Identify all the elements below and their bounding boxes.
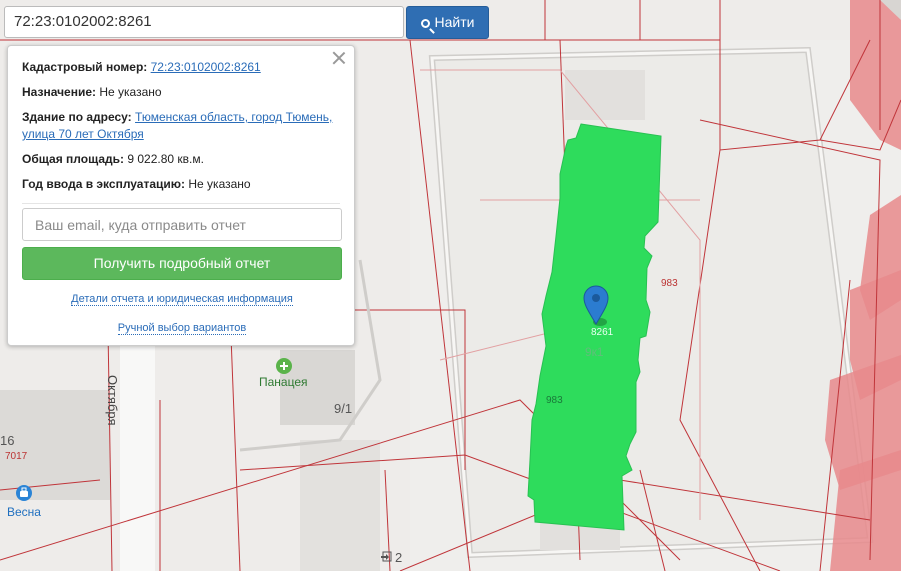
parcel-number-983-right: 983 bbox=[661, 278, 678, 289]
purpose-value: Не указано bbox=[99, 85, 162, 99]
entrance-number: 2 bbox=[395, 550, 403, 565]
house-number-9-1: 9/1 bbox=[334, 401, 353, 416]
get-report-button[interactable]: Получить подробный отчет bbox=[22, 247, 342, 280]
poi-label-store: Весна bbox=[7, 505, 41, 519]
info-popup: Кадастровый номер: 72:23:0102002:8261 На… bbox=[7, 45, 355, 346]
house-number-16: 16 bbox=[0, 433, 15, 448]
details-link-wrap: Детали отчета и юридическая информация bbox=[8, 293, 356, 306]
pharmacy-icon bbox=[276, 358, 292, 374]
store-basket-icon bbox=[16, 485, 32, 501]
street-label: Октября bbox=[105, 375, 120, 426]
divider bbox=[22, 203, 340, 204]
search-input[interactable]: 72:23:0102002:8261 bbox=[4, 6, 404, 38]
manual-link-wrap: Ручной выбор вариантов bbox=[8, 322, 356, 335]
search-button[interactable]: Найти bbox=[406, 6, 489, 39]
cadastral-label: Кадастровый номер: bbox=[22, 60, 148, 74]
search-button-label: Найти bbox=[434, 14, 475, 30]
parcel-number-983-green: 983 bbox=[546, 395, 563, 406]
close-icon[interactable] bbox=[332, 51, 346, 65]
report-details-link[interactable]: Детали отчета и юридическая информация bbox=[71, 293, 293, 306]
building-label-9k1: 9к1 bbox=[585, 345, 604, 359]
purpose-label: Назначение: bbox=[22, 85, 97, 99]
search-icon bbox=[420, 19, 430, 28]
year-value: Не указано bbox=[188, 177, 251, 191]
parcel-number-8261: 8261 bbox=[591, 327, 614, 338]
cadastral-number-link[interactable]: 72:23:0102002:8261 bbox=[151, 60, 261, 74]
address-label: Здание по адресу: bbox=[22, 110, 132, 124]
parcel-number-7017: 7017 bbox=[5, 451, 28, 462]
area-label: Общая площадь: bbox=[22, 152, 125, 166]
area-value: 9 022.80 кв.м. bbox=[127, 152, 204, 166]
email-field[interactable] bbox=[22, 208, 342, 241]
manual-selection-link[interactable]: Ручной выбор вариантов bbox=[117, 322, 247, 335]
year-label: Год ввода в эксплуатацию: bbox=[22, 177, 186, 191]
poi-label-pharmacy: Панацея bbox=[259, 375, 308, 389]
